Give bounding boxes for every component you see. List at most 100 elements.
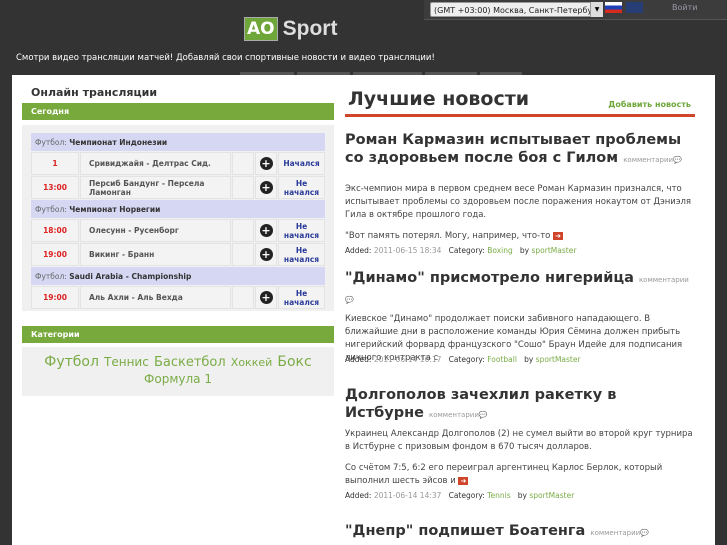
live-table: Футбол: Чемпионат Индонезии 1 Сривиджайя -… — [30, 132, 326, 310]
article-text: Со счётом 7:5, 6:2 его переиграл аргенти… — [345, 463, 663, 486]
match-row: 18:00 Олесунн - Русенборг + Не начался — [31, 219, 325, 242]
login-link[interactable]: Войти — [672, 3, 697, 12]
category-link[interactable]: Футбол — [44, 354, 99, 370]
author-link[interactable]: sportMaster — [536, 355, 581, 364]
timezone-select[interactable]: (GMT +03:00) Москва, Санкт-Петербург, — [430, 2, 602, 17]
league-name[interactable]: Чемпионат Норвегии — [69, 205, 160, 214]
comments-label: комментарии — [638, 276, 689, 284]
comment-icon: 💬 — [640, 529, 649, 537]
match-time: 19:00 — [31, 286, 79, 309]
plus-icon[interactable]: + — [259, 181, 273, 194]
logo[interactable]: AO Sport — [244, 17, 337, 41]
match-time: 18:00 — [31, 219, 79, 242]
plus-icon[interactable]: + — [259, 157, 273, 170]
match-teams[interactable]: Сривиджайя - Делтрас Сид. — [80, 152, 231, 175]
read-more-icon[interactable]: ➜ — [458, 476, 469, 485]
comment-icon: 💬 — [673, 156, 682, 164]
match-row: 13:00 Персиб Бандунг - Персела Ламонган + Н… — [31, 176, 325, 199]
league-name[interactable]: Saudi Arabia - Championship — [69, 272, 191, 281]
league-row: Футбол: Saudi Arabia - Championship — [31, 267, 325, 285]
today-header: Сегодня — [22, 103, 334, 120]
league-name[interactable]: Чемпионат Индонезии — [69, 138, 167, 147]
article-category-link[interactable]: Football — [487, 355, 517, 364]
empty-cell — [232, 176, 254, 199]
empty-cell — [232, 286, 254, 309]
match-status[interactable]: Не начался — [278, 176, 325, 199]
add-news-link[interactable]: Добавить новость — [608, 100, 691, 109]
match-teams[interactable]: Викинг - Бранн — [80, 243, 231, 266]
news-article: "Днепр" подпишет Боатенга комментарии💬 — [345, 522, 695, 542]
comment-icon: 💬 — [478, 411, 488, 419]
article-meta: Added: 2011-06-14 14:37 Category: Tennis… — [345, 491, 695, 500]
by-label: by — [519, 246, 530, 255]
news-section: Лучшие новости Добавить новость Роман Ка… — [345, 88, 695, 542]
comments-label: комментарии — [429, 411, 479, 419]
match-status[interactable]: Не начался — [278, 286, 325, 309]
live-title: Онлайн трансляции — [31, 86, 158, 99]
article-category-link[interactable]: Tennis — [487, 491, 510, 500]
comments-link[interactable]: комментарии💬 — [623, 156, 682, 164]
divider — [345, 114, 695, 117]
news-article: Долгополов зачехлил ракетку в Истбурне к… — [345, 386, 695, 500]
match-row: 1 Сривиджайя - Делтрас Сид. + Начался — [31, 152, 325, 175]
plus-icon[interactable]: + — [259, 224, 273, 237]
logo-sport: Sport — [282, 17, 338, 40]
article-title[interactable]: "Динамо" присмотрело нигерийца — [345, 270, 634, 286]
comments-label: комментарии — [623, 156, 674, 164]
added-label: Added: — [345, 491, 372, 500]
category-link[interactable]: Формула 1 — [144, 372, 212, 386]
logo-ao: AO — [244, 17, 278, 41]
category-label: Category: — [448, 491, 485, 500]
sport-label: Футбол: — [35, 204, 67, 214]
empty-cell — [232, 152, 254, 175]
news-article: "Динамо" присмотрело нигерийца комментар… — [345, 269, 695, 364]
article-meta: Added: 2011-06-14 16:17 Category: Footba… — [345, 355, 695, 364]
categories-header: Категории — [22, 326, 334, 343]
sport-label: Футбол: — [35, 137, 67, 147]
read-more-icon[interactable]: ➜ — [553, 231, 564, 240]
article-date: 2011-06-14 14:37 — [373, 491, 442, 500]
article-title[interactable]: "Днепр" подпишет Боатенга — [345, 523, 585, 539]
category-label: Category: — [448, 355, 485, 364]
empty-cell — [232, 219, 254, 242]
added-label: Added: — [345, 355, 372, 364]
league-row: Футбол: Чемпионат Норвегии — [31, 200, 325, 218]
article-category-link[interactable]: Boxing — [487, 246, 513, 255]
category-link[interactable]: Хоккей — [231, 356, 272, 369]
match-time: 1 — [31, 152, 79, 175]
live-box: Футбол: Чемпионат Индонезии 1 Сривиджайя -… — [22, 125, 334, 311]
tagline: Смотри видео трансляции матчей! Добавляй… — [16, 53, 435, 63]
league-row: Футбол: Чемпионат Индонезии — [31, 133, 325, 151]
scrollbar[interactable] — [716, 75, 727, 545]
by-label: by — [517, 491, 527, 500]
comments-link[interactable]: комментарии💬 — [590, 529, 649, 537]
by-label: by — [524, 355, 534, 364]
article-date: 2011-06-14 16:17 — [373, 355, 442, 364]
categories-cloud: Футбол Теннис Баскетбол Хоккей Бокс Форм… — [22, 347, 334, 396]
article-text: Украинец Александр Долгополов (2) не сум… — [345, 429, 693, 452]
category-link[interactable]: Теннис — [104, 355, 149, 369]
empty-cell — [232, 243, 254, 266]
match-row: 19:00 Аль Ахли - Аль Вехда + Не начался — [31, 286, 325, 309]
author-link[interactable]: sportMaster — [529, 491, 574, 500]
plus-icon[interactable]: + — [259, 248, 273, 261]
match-status[interactable]: Не начался — [278, 219, 325, 242]
category-link[interactable]: Бокс — [277, 354, 311, 370]
match-teams[interactable]: Олесунн - Русенборг — [80, 219, 231, 242]
english-flag-icon[interactable] — [626, 2, 643, 13]
comment-icon: 💬 — [345, 296, 354, 304]
category-link[interactable]: Баскетбол — [154, 355, 226, 370]
timezone-value: (GMT +03:00) Москва, Санкт-Петербург, — [434, 6, 602, 15]
dropdown-arrow-icon[interactable]: ▼ — [590, 2, 603, 17]
added-label: Added: — [345, 246, 372, 255]
match-teams[interactable]: Аль Ахли - Аль Вехда — [80, 286, 231, 309]
author-link[interactable]: sportMaster — [532, 246, 577, 255]
match-row: 19:00 Викинг - Бранн + Не начался — [31, 243, 325, 266]
match-status[interactable]: Начался — [278, 152, 325, 175]
russian-flag-icon[interactable] — [605, 2, 622, 13]
comments-link[interactable]: комментарии💬 — [429, 411, 488, 419]
plus-icon[interactable]: + — [259, 291, 273, 304]
category-label: Category: — [448, 246, 485, 255]
match-teams[interactable]: Персиб Бандунг - Персела Ламонган — [80, 176, 231, 199]
match-status[interactable]: Не начался — [278, 243, 325, 266]
